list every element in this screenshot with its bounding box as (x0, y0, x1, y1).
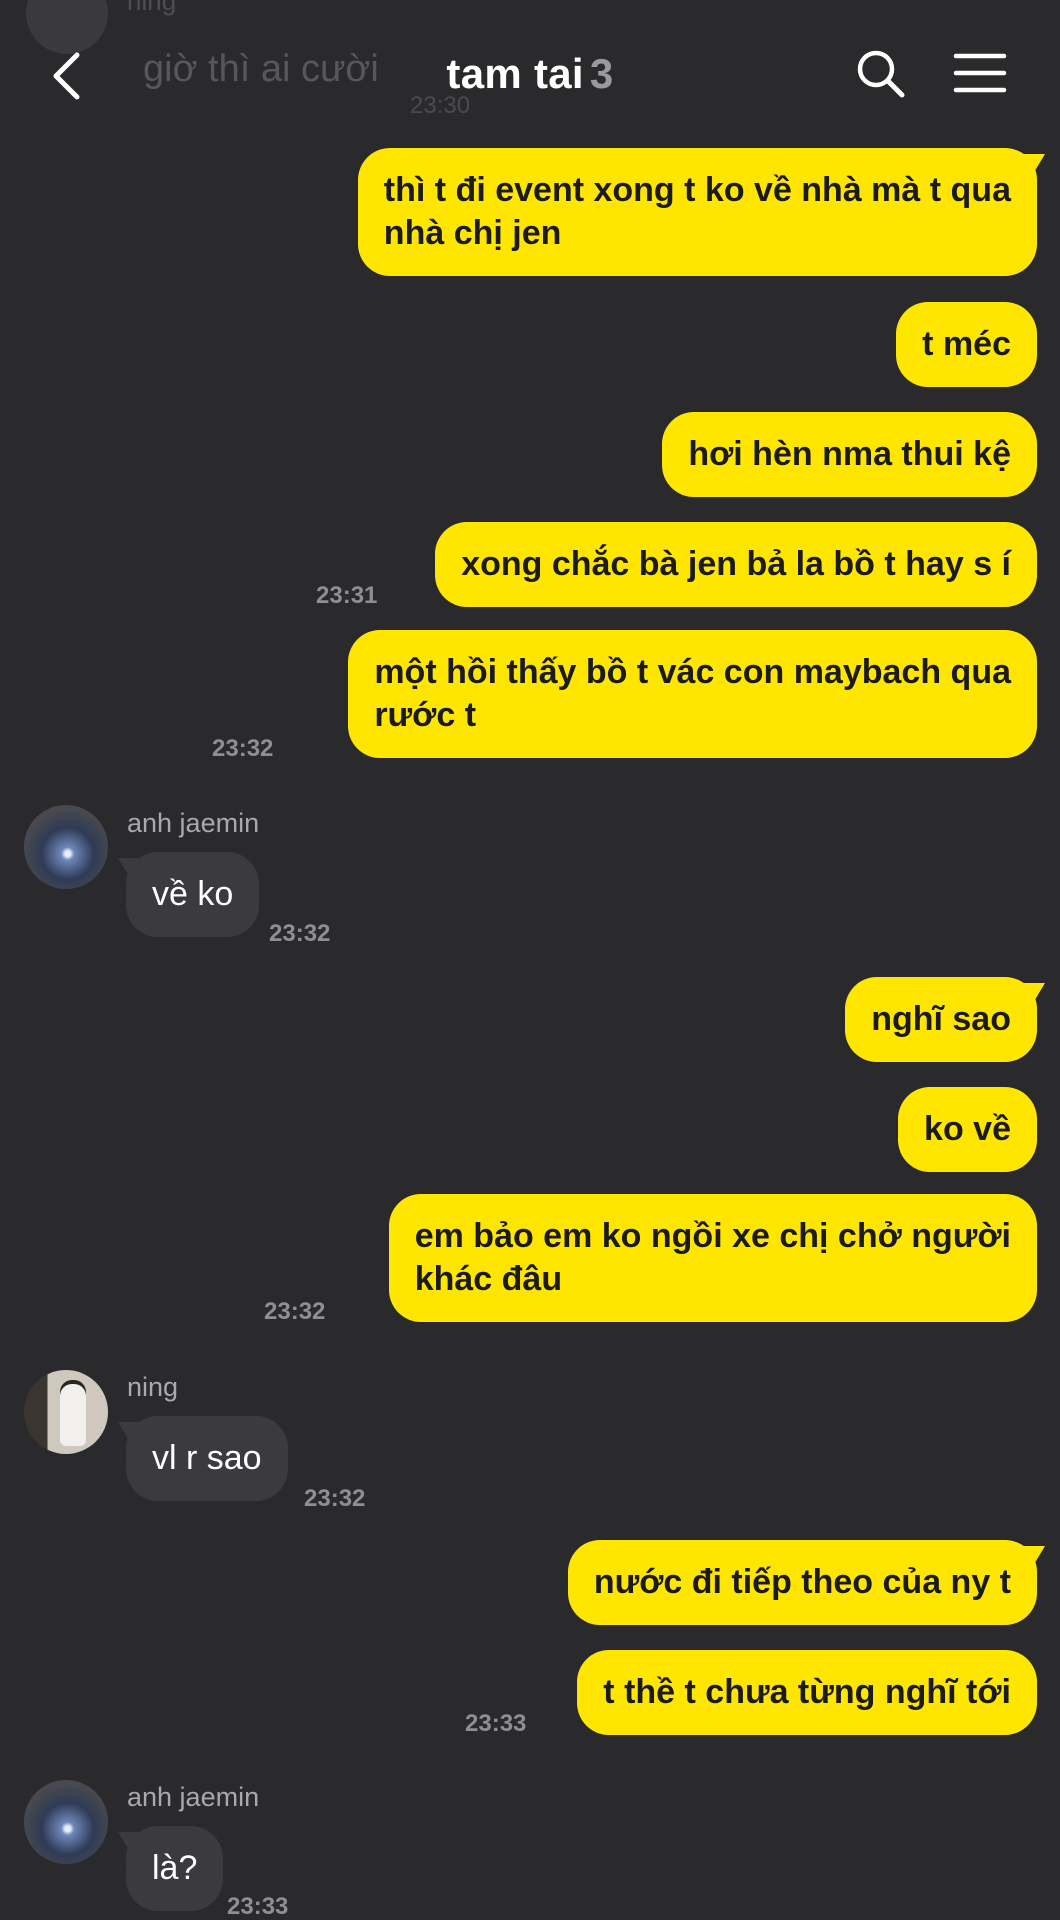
message-line: rước t (374, 696, 477, 734)
my-message-bubble[interactable]: xong chắc bà jen bả la bồ t hay s í (435, 522, 1037, 607)
their-message-bubble[interactable]: về ko (126, 852, 260, 937)
group-name: tam tai (446, 50, 584, 97)
sender-name: anh jaemin (127, 808, 260, 838)
message-line: nhà chị jen (383, 214, 562, 252)
message-line: về ko (152, 875, 234, 913)
message-line: em bảo em ko ngồi xe chị chở người (414, 1217, 1011, 1255)
avatar[interactable] (24, 805, 108, 889)
my-message-bubble[interactable]: t méc (896, 302, 1037, 387)
hamburger-menu-icon (953, 53, 1007, 93)
my-message-bubble[interactable]: ko về (898, 1087, 1037, 1172)
message-line: vl r sao (152, 1439, 262, 1477)
menu-button[interactable] (952, 50, 1008, 96)
my-message-bubble[interactable]: t thề t chưa từng nghĩ tới (577, 1650, 1037, 1735)
message-line: một hồi thấy bồ t vác con maybach qua (374, 653, 1011, 691)
my-message-bubble[interactable]: nghĩ sao (845, 977, 1037, 1062)
message-line: là? (152, 1849, 198, 1887)
sender-name: ning (127, 0, 177, 16)
message-time: 23:32 (212, 735, 274, 762)
sender-name: anh jaemin (127, 1782, 260, 1812)
message-time: 23:32 (304, 1485, 366, 1512)
message-line: t thề t chưa từng nghĩ tới (603, 1673, 1011, 1711)
their-message-bubble[interactable]: vl r sao (126, 1416, 288, 1501)
my-message-bubble[interactable]: nước đi tiếp theo của ny t (567, 1540, 1037, 1625)
message-time: 23:32 (264, 1298, 326, 1325)
message-time: 23:32 (269, 920, 331, 947)
message-line: ko về (924, 1110, 1011, 1148)
avatar[interactable] (24, 1780, 108, 1864)
message-line: xong chắc bà jen bả la bồ t hay s í (461, 545, 1011, 583)
message-line: hơi hèn nma thui kệ (688, 435, 1011, 473)
my-message-bubble[interactable]: thì t đi event xong t ko về nhà mà t qua… (357, 148, 1037, 276)
member-count: 3 (589, 50, 614, 97)
search-button[interactable] (855, 48, 907, 100)
their-message-bubble[interactable]: là? (126, 1826, 224, 1911)
my-message-bubble[interactable]: em bảo em ko ngồi xe chị chở người khác … (388, 1194, 1037, 1322)
message-line: t méc (922, 325, 1011, 363)
message-line: nghĩ sao (871, 1000, 1011, 1038)
message-line: thì t đi event xong t ko về nhà mà t qua (383, 171, 1011, 209)
sender-name: ning (127, 1372, 179, 1402)
message-time: 23:33 (465, 1710, 527, 1737)
message-line: nước đi tiếp theo của ny t (593, 1563, 1011, 1601)
chat-header: ning giờ thì ai cười 23:30 tam tai 3 (0, 0, 1060, 148)
message-line: khác đâu (414, 1260, 563, 1298)
my-message-bubble[interactable]: hơi hèn nma thui kệ (662, 412, 1037, 497)
message-time: 23:31 (316, 582, 378, 609)
search-icon (857, 50, 905, 98)
avatar[interactable] (24, 1370, 108, 1454)
message-time: 23:33 (227, 1893, 289, 1920)
my-message-bubble[interactable]: một hồi thấy bồ t vác con maybach qua rư… (348, 630, 1037, 758)
